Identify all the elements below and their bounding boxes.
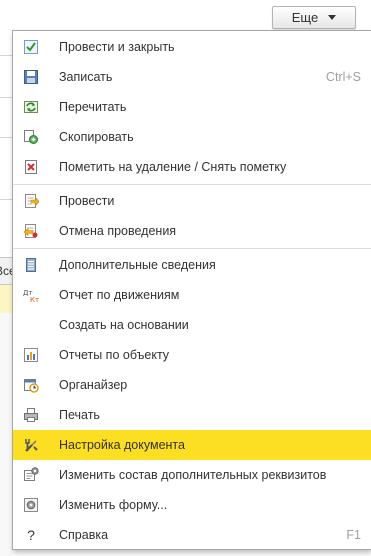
change-form-icon <box>23 497 39 513</box>
cancel-posting-icon <box>23 223 39 239</box>
movements-report-icon: Дт Кт <box>23 287 39 303</box>
menu-item-mark-delete[interactable]: Пометить на удаление / Снять пометку <box>13 152 371 182</box>
menu-item-copy[interactable]: Скопировать <box>13 122 371 152</box>
menu-item-label: Органайзер <box>59 378 128 392</box>
menu-separator <box>13 184 371 185</box>
menu-item-label: Изменить форму... <box>59 498 168 512</box>
menu-item-print[interactable]: Печать <box>13 400 371 430</box>
object-reports-icon <box>23 347 39 363</box>
background-divider <box>0 137 12 138</box>
menu-item-label: Отчет по движениям <box>59 288 180 302</box>
menu-item-organizer[interactable]: Органайзер <box>13 370 371 400</box>
menu-item-label: Пометить на удаление / Снять пометку <box>59 160 287 174</box>
background-tab[interactable]: Все <box>0 257 12 285</box>
menu-item-label: Дополнительные сведения <box>59 258 216 272</box>
save-icon <box>23 69 39 85</box>
menu-item-label: Отмена проведения <box>59 224 177 238</box>
menu-item-label: Настройка документа <box>59 438 185 452</box>
menu-item-create-based-on[interactable]: Создать на основании <box>13 310 371 340</box>
menu-item-label: Изменить состав дополнительных реквизито… <box>59 468 327 482</box>
menu-item-change-form[interactable]: Изменить форму... <box>13 490 371 520</box>
menu-item-reread[interactable]: Перечитать <box>13 92 371 122</box>
background-divider <box>0 97 12 98</box>
additional-info-icon <box>23 257 39 273</box>
document-settings-icon <box>23 437 39 453</box>
more-button-label: Еще <box>291 10 319 25</box>
reread-icon <box>23 99 39 115</box>
menu-item-object-reports[interactable]: Отчеты по объекту <box>13 340 371 370</box>
more-button[interactable]: Еще <box>272 6 356 29</box>
menu-separator <box>13 248 371 249</box>
svg-text:Кт: Кт <box>30 296 39 303</box>
menu-item-edit-attributes[interactable]: Изменить состав дополнительных реквизито… <box>13 460 371 490</box>
organizer-icon <box>23 377 39 393</box>
menu-item-movements-report[interactable]: Дт Кт Отчет по движениям <box>13 280 371 310</box>
post-and-close-icon <box>23 39 39 55</box>
menu-item-label: Отчеты по объекту <box>59 348 170 362</box>
background-divider <box>0 55 12 56</box>
menu-item-label: Провести <box>59 194 115 208</box>
more-menu: Провести и закрыть Записать Ctrl+S Переч… <box>12 30 371 550</box>
menu-item-document-settings[interactable]: Настройка документа <box>13 430 371 460</box>
shortcut-label: Ctrl+S <box>325 70 361 84</box>
background-table-area <box>0 313 12 556</box>
background-selected-row <box>0 285 12 313</box>
mark-delete-icon <box>23 159 39 175</box>
menu-item-additional-info[interactable]: Дополнительные сведения <box>13 250 371 280</box>
help-icon: ? <box>27 527 35 543</box>
menu-item-cancel-posting[interactable]: Отмена проведения <box>13 216 371 246</box>
menu-item-save[interactable]: Записать Ctrl+S <box>13 62 371 92</box>
chevron-down-icon <box>328 15 337 20</box>
menu-item-label: Записать <box>59 70 113 84</box>
menu-item-label: Печать <box>59 408 100 422</box>
menu-item-label: Провести и закрыть <box>59 40 175 54</box>
edit-attributes-icon <box>23 467 39 483</box>
menu-item-label: Скопировать <box>59 130 134 144</box>
menu-item-post[interactable]: Провести <box>13 186 371 216</box>
menu-item-label: Справка <box>59 528 109 542</box>
menu-item-label: Перечитать <box>59 100 127 114</box>
copy-icon <box>23 129 39 145</box>
menu-item-help[interactable]: ? Справка F1 <box>13 520 371 550</box>
menu-item-post-and-close[interactable]: Провести и закрыть <box>13 32 371 62</box>
post-icon <box>23 193 39 209</box>
menu-item-label: Создать на основании <box>59 318 189 332</box>
print-icon <box>23 407 39 423</box>
background-divider <box>0 199 12 200</box>
shortcut-label: F1 <box>346 528 361 542</box>
